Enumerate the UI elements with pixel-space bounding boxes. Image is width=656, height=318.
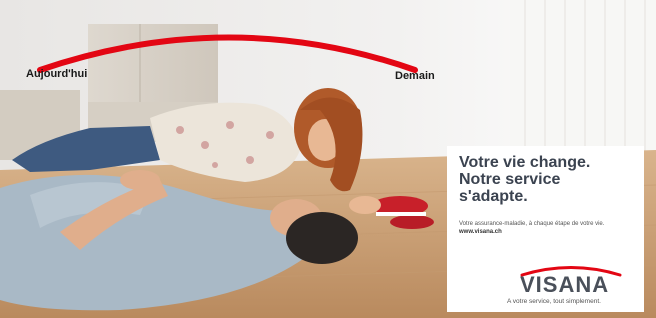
body-text: Votre assurance-maladie, à chaque étape …	[459, 221, 605, 227]
website-url[interactable]: www.visana.ch	[459, 229, 502, 235]
headline: Votre vie change. Notre service s'adapte…	[459, 154, 639, 205]
timeline-end-label: Demain	[395, 70, 435, 82]
headline-line-2: Notre service	[459, 171, 561, 188]
body-copy: Votre assurance-maladie, à chaque étape …	[459, 220, 639, 236]
tagline: A votre service, tout simplement.	[507, 298, 601, 305]
brand-name: VISANA	[520, 272, 610, 297]
advertisement: Aujourd'hui Demain Votre vie change. Not…	[0, 0, 656, 318]
headline-line-1: Votre vie change.	[459, 154, 591, 171]
ad-text-panel: Votre vie change. Notre service s'adapte…	[447, 146, 644, 312]
headline-line-3: s'adapte.	[459, 188, 528, 205]
timeline-start-label: Aujourd'hui	[26, 68, 88, 80]
visana-logo: VISANA	[516, 262, 626, 298]
